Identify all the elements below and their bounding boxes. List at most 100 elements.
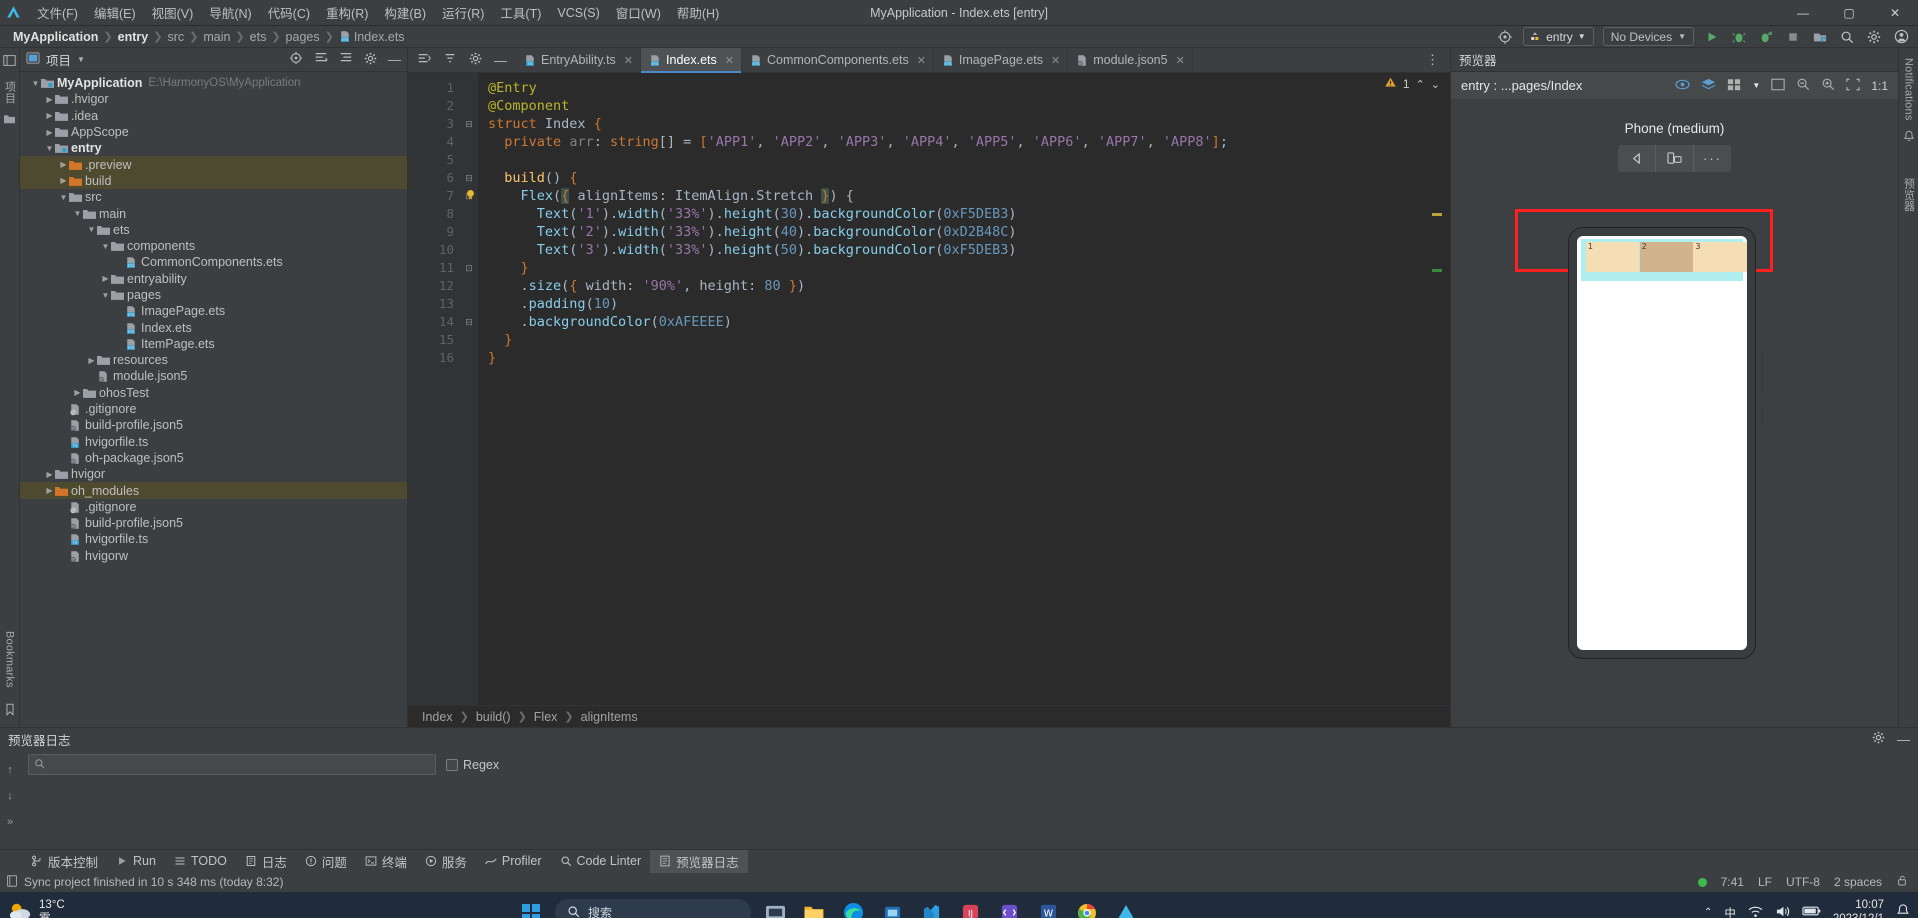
maximize-button[interactable]: ▢: [1826, 0, 1872, 26]
breadcrumb-item-5[interactable]: pages: [281, 30, 325, 44]
tree-node-index-ets[interactable]: ETSIndex.ets: [20, 319, 407, 335]
tree-node-resources[interactable]: ▶resources: [20, 352, 407, 368]
tree-node-build[interactable]: ▶build: [20, 173, 407, 189]
tree-node-appscope[interactable]: ▶AppScope: [20, 124, 407, 140]
ime-language-indicator[interactable]: 中: [1724, 905, 1736, 918]
left-tool-strip[interactable]: 项目 Bookmarks: [0, 48, 20, 727]
menu-item-4[interactable]: 代码(C): [261, 0, 317, 25]
code-line[interactable]: Text('3').width('33%').height(50).backgr…: [478, 241, 1450, 259]
taskbar-clock[interactable]: 10:07 2023/12/1: [1833, 899, 1884, 918]
regex-toggle[interactable]: Regex: [446, 758, 499, 772]
tree-node-oh-package-json5[interactable]: @oh-package.json5: [20, 450, 407, 466]
status-right[interactable]: 7:41 LF UTF-8 2 spaces: [1698, 874, 1918, 890]
minimize-button[interactable]: —: [1780, 0, 1826, 26]
select-opened-file-icon[interactable]: [417, 52, 431, 69]
chrome-icon[interactable]: [1072, 898, 1102, 918]
main-menu[interactable]: 文件(F) 编辑(E) 视图(V) 导航(N) 代码(C) 重构(R) 构建(B…: [30, 0, 726, 25]
tree-node-components[interactable]: ▼components: [20, 238, 407, 254]
toolstrip-todo[interactable]: TODO: [165, 852, 236, 870]
code-line[interactable]: .backgroundColor(0xAFEEEE): [478, 313, 1450, 331]
log-search-field[interactable]: [49, 758, 430, 772]
notification-center-icon[interactable]: [1896, 904, 1910, 918]
log-search-input[interactable]: [28, 754, 436, 775]
chevron-down-icon[interactable]: ▼: [77, 55, 85, 64]
breadcrumb-item-4[interactable]: ets: [245, 30, 272, 44]
zoom-level-label[interactable]: 1:1: [1871, 79, 1888, 93]
menu-item-5[interactable]: 重构(R): [319, 0, 375, 25]
toolstrip-服务[interactable]: 服务: [416, 850, 476, 873]
line-separator-label[interactable]: LF: [1758, 875, 1772, 889]
menu-item-7[interactable]: 运行(R): [435, 0, 491, 25]
project-tool-icon[interactable]: [3, 54, 16, 70]
settings-gear-icon[interactable]: [1872, 731, 1885, 747]
close-button[interactable]: ✕: [1872, 0, 1918, 26]
zoom-in-icon[interactable]: [1821, 77, 1835, 94]
code-line[interactable]: }: [478, 349, 1450, 367]
tray-expand-icon[interactable]: ⌃: [1704, 907, 1712, 918]
menu-item-9[interactable]: VCS(S): [550, 3, 606, 23]
regex-checkbox[interactable]: [446, 759, 458, 771]
breadcrumb-item-3[interactable]: main: [198, 30, 235, 44]
settings-gear-icon[interactable]: [469, 52, 482, 68]
collapse-all-icon[interactable]: [339, 51, 353, 68]
editor-breadcrumb[interactable]: Index ❯ build() ❯ Flex ❯ alignItems: [408, 705, 1450, 727]
breadcrumb-item-2[interactable]: src: [162, 30, 189, 44]
fold-marker[interactable]: ⊟: [460, 313, 478, 331]
log-window-tools[interactable]: —: [1872, 731, 1910, 747]
layers-icon[interactable]: [1701, 78, 1716, 94]
chevron-down-icon[interactable]: ▼: [1752, 81, 1760, 90]
code-line[interactable]: Flex({ alignItems: ItemAlign.Stretch }) …: [478, 187, 1450, 205]
code-line[interactable]: Text('1').width('33%').height(30).backgr…: [478, 205, 1450, 223]
profile-run-button[interactable]: [1757, 28, 1775, 46]
tree-node-module-json5[interactable]: @module.json5: [20, 368, 407, 384]
chevron-down-icon[interactable]: ▼: [86, 225, 97, 234]
code-folding-gutter[interactable]: ⊟⊟⊟⊡⊟: [460, 73, 478, 705]
code-line[interactable]: Text('2').width('33%').height(40).backgr…: [478, 223, 1450, 241]
menu-item-3[interactable]: 导航(N): [202, 0, 258, 25]
previewer-tab-label[interactable]: 预览器: [1901, 178, 1917, 212]
editor-breadcrumb-1[interactable]: build(): [476, 710, 511, 724]
editor-tab-module-json5[interactable]: @module.json5✕: [1068, 48, 1193, 73]
close-icon[interactable]: ✕: [624, 54, 633, 67]
lock-icon[interactable]: [1896, 874, 1908, 890]
device-selector[interactable]: No Devices ▼: [1603, 27, 1694, 46]
ide-icon[interactable]: IJ: [955, 898, 985, 918]
editor-breadcrumb-3[interactable]: alignItems: [581, 710, 638, 724]
chevron-right-icon[interactable]: ▶: [72, 388, 83, 397]
tree-node-myapplication[interactable]: ▼MyApplicationE:\HarmonyOS\MyApplication: [20, 75, 407, 91]
account-icon[interactable]: [1892, 28, 1910, 46]
menu-item-6[interactable]: 构建(B): [377, 0, 433, 25]
tree-node-ohostest[interactable]: ▶ohosTest: [20, 385, 407, 401]
editor-tabs[interactable]: TSEntryAbility.ts✕ETSIndex.ets✕ETSCommon…: [516, 48, 1193, 73]
code-editor[interactable]: 12345678910111213141516 ⊟⊟⊟⊡⊟ @Entry@Com…: [408, 73, 1450, 705]
editor-tabs-overflow[interactable]: ⋮: [1426, 52, 1450, 68]
tree-node-entryability[interactable]: ▶entryability: [20, 271, 407, 287]
fold-marker[interactable]: ⊟: [460, 115, 478, 133]
right-tool-strip[interactable]: Notifications 预览器: [1898, 48, 1918, 727]
volume-icon[interactable]: [1775, 905, 1790, 918]
tree-node-hvigorfile-ts[interactable]: TShvigorfile.ts: [20, 434, 407, 450]
chevron-down-icon[interactable]: ▼: [44, 144, 55, 153]
tree-node-pages[interactable]: ▼pages: [20, 287, 407, 303]
stop-button[interactable]: [1784, 28, 1802, 46]
tree-node--idea[interactable]: ▶.idea: [20, 108, 407, 124]
code-line[interactable]: }: [478, 331, 1450, 349]
store-icon[interactable]: [877, 898, 907, 918]
hide-log-panel-icon[interactable]: —: [1897, 732, 1910, 747]
run-configuration-selector[interactable]: entry ▼: [1523, 27, 1594, 46]
harmony-icon[interactable]: [1111, 898, 1141, 918]
file-explorer-icon[interactable]: [799, 898, 829, 918]
toolstrip-profiler[interactable]: Profiler: [476, 852, 551, 870]
encoding-label[interactable]: UTF-8: [1786, 875, 1820, 889]
word-icon[interactable]: W: [1033, 898, 1063, 918]
previewer-canvas[interactable]: Phone (medium) ··· 123: [1451, 99, 1898, 727]
toolstrip-版本控制[interactable]: 版本控制: [22, 850, 107, 873]
next-problem-icon[interactable]: ⌄: [1431, 78, 1440, 91]
log-side-actions[interactable]: ↑ ↓ »: [0, 750, 20, 849]
expand-all-icon[interactable]: [314, 51, 328, 68]
close-icon[interactable]: ✕: [1051, 54, 1060, 67]
chevron-down-icon[interactable]: ▼: [72, 209, 83, 218]
fit-screen-icon[interactable]: [1846, 78, 1860, 94]
breadcrumb[interactable]: MyApplication ❯ entry ❯ src ❯ main ❯ ets…: [8, 30, 410, 44]
window-controls[interactable]: — ▢ ✕: [1780, 0, 1918, 26]
